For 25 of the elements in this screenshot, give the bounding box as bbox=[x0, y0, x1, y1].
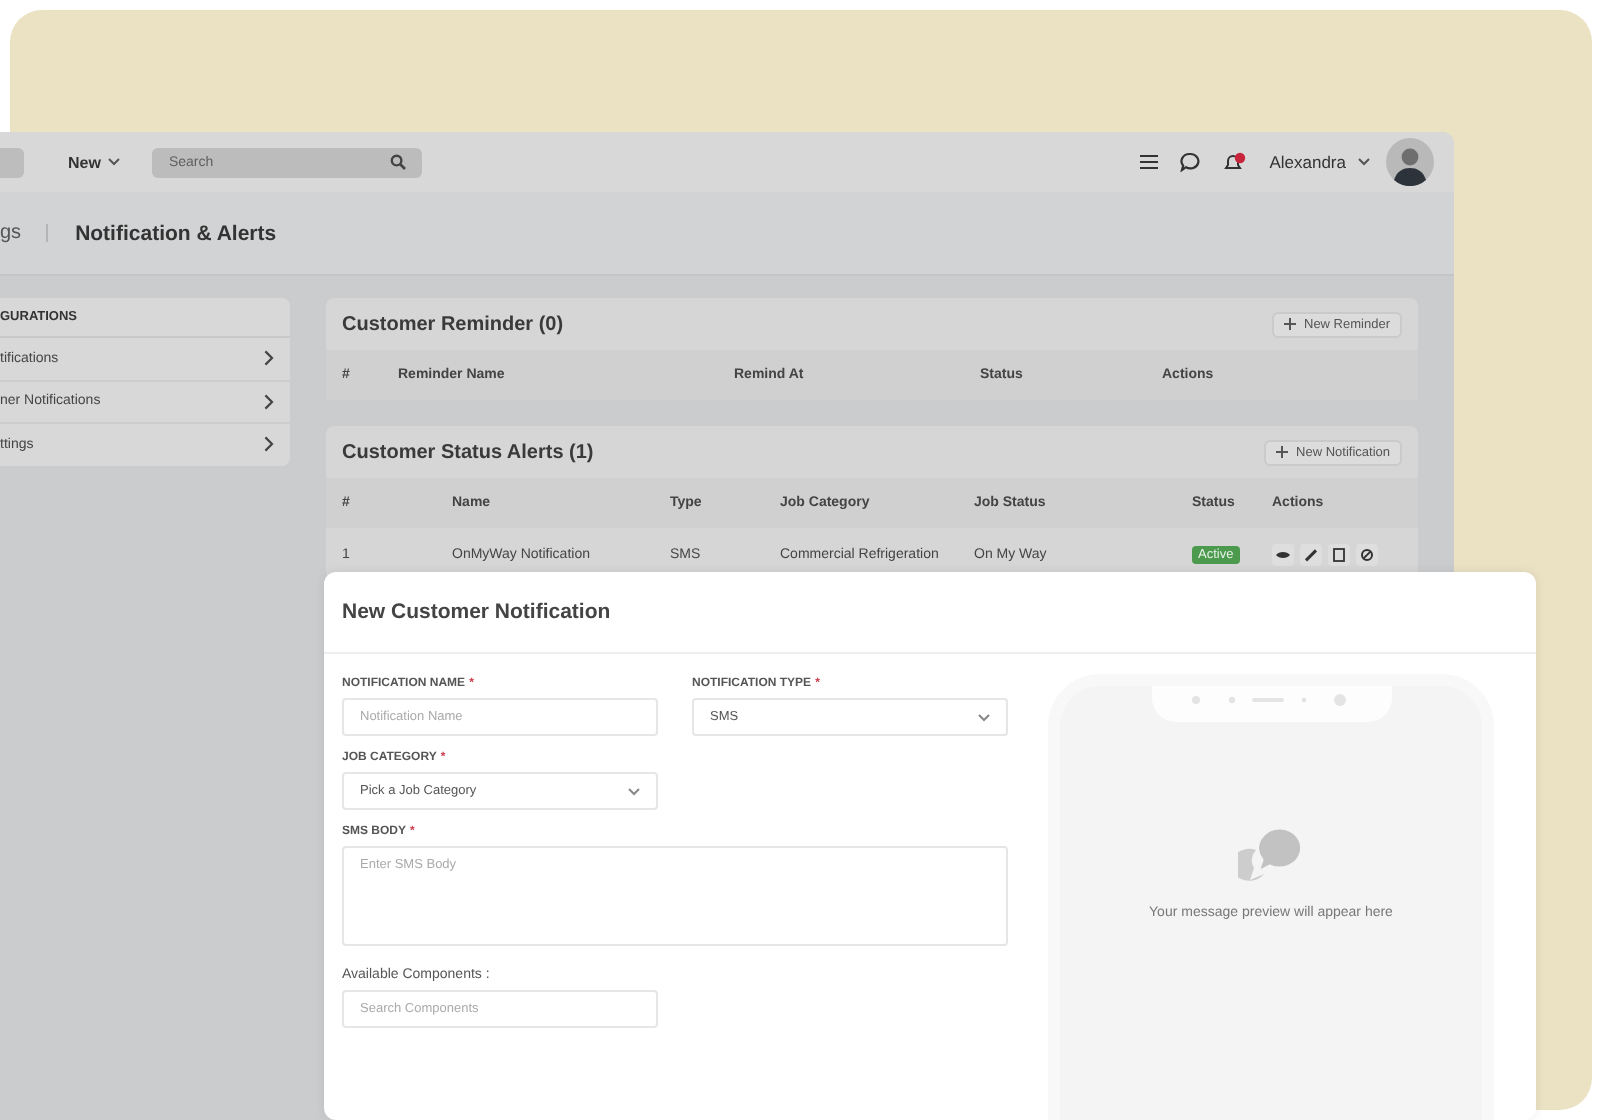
chevron-right-icon bbox=[264, 350, 274, 367]
pencil-icon[interactable] bbox=[1300, 543, 1322, 565]
modal-title: New Customer Notification bbox=[324, 572, 1536, 654]
breadcrumb-link[interactable]: gs bbox=[0, 222, 22, 244]
chevron-down-icon bbox=[628, 787, 640, 795]
search-icon bbox=[390, 154, 407, 170]
menu-icon[interactable] bbox=[1139, 154, 1158, 170]
chevron-right-icon bbox=[264, 393, 274, 410]
bell-icon[interactable] bbox=[1221, 151, 1246, 173]
eye-icon[interactable] bbox=[1272, 543, 1294, 565]
caret-icon bbox=[108, 158, 121, 166]
chat-icon[interactable] bbox=[1179, 152, 1200, 172]
block-icon[interactable] bbox=[1356, 543, 1378, 565]
user-name[interactable]: Alexandra bbox=[1269, 152, 1346, 172]
new-menu[interactable]: New bbox=[68, 153, 121, 171]
chevron-down-icon bbox=[978, 713, 990, 721]
caret-icon[interactable] bbox=[1358, 158, 1370, 166]
avatar[interactable] bbox=[1386, 138, 1434, 186]
chevron-right-icon bbox=[264, 436, 274, 453]
panel-title: Customer Status Alerts (1) bbox=[342, 441, 594, 463]
copy-icon[interactable] bbox=[1328, 543, 1350, 565]
plus-icon bbox=[1276, 446, 1289, 458]
plus-icon bbox=[1284, 318, 1296, 330]
panel-title: Customer Reminder (0) bbox=[342, 313, 564, 335]
page-title: Notification & Alerts bbox=[75, 221, 277, 245]
